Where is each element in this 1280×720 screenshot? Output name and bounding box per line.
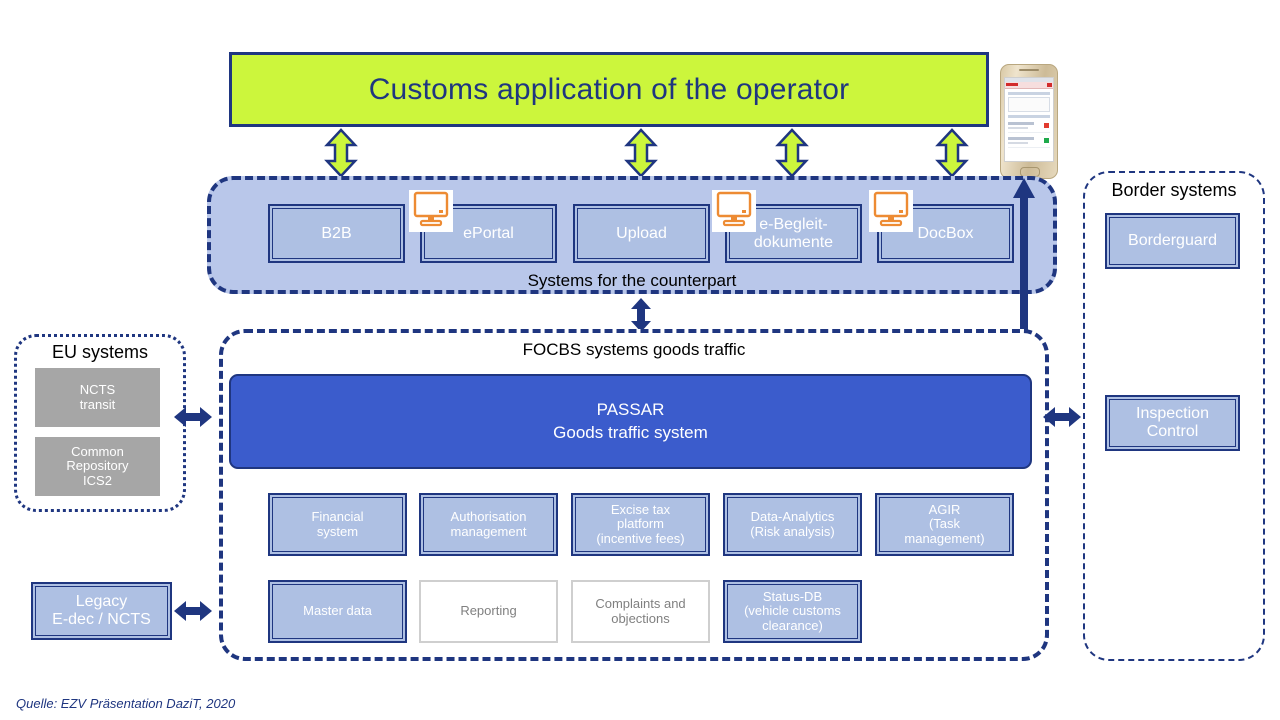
green-double-arrow bbox=[772, 128, 812, 178]
focbs-box-label: Authorisation management bbox=[450, 508, 527, 539]
border-box-inspection-control[interactable]: Inspection Control bbox=[1105, 395, 1240, 451]
legacy-box-label: Legacy E-dec / NCTS bbox=[52, 593, 151, 628]
focbs-box-reporting[interactable]: Reporting bbox=[419, 580, 558, 643]
diagram-canvas: Customs application of the operator Syst… bbox=[0, 0, 1280, 720]
focbs-box-complaints-and-objections[interactable]: Complaints and objections bbox=[571, 580, 710, 643]
focbs-box-label: Master data bbox=[303, 603, 372, 619]
status-dot-red bbox=[1044, 123, 1049, 128]
passar-system-box[interactable]: PASSAR Goods traffic system bbox=[229, 374, 1032, 469]
counterpart-box-label: ePortal bbox=[463, 224, 514, 242]
legacy-system-box[interactable]: Legacy E-dec / NCTS bbox=[31, 582, 172, 640]
passar-subtitle: Goods traffic system bbox=[553, 422, 708, 442]
counterpart-box-b2b[interactable]: B2B bbox=[268, 204, 405, 263]
counterpart-box-label: Upload bbox=[616, 224, 667, 242]
focbs-box-agir[interactable]: AGIR (Task management) bbox=[875, 493, 1014, 556]
navy-double-arrow-horizontal bbox=[174, 404, 212, 430]
border-box-label: Inspection Control bbox=[1136, 405, 1209, 440]
focbs-box-financial-system[interactable]: Financial system bbox=[268, 493, 407, 556]
focbs-box-excise-tax-platform[interactable]: Excise tax platform (incentive fees) bbox=[571, 493, 710, 556]
border-box-borderguard[interactable]: Borderguard bbox=[1105, 213, 1240, 269]
navy-double-arrow-horizontal bbox=[1043, 404, 1081, 430]
eu-box-ncts-transit[interactable]: NCTS transit bbox=[35, 368, 160, 427]
phone-screen bbox=[1004, 77, 1054, 162]
monitor-icon bbox=[409, 190, 453, 232]
focbs-box-label: Excise tax platform (incentive fees) bbox=[596, 501, 685, 546]
phone-form-label bbox=[1008, 92, 1050, 95]
border-box-label: Borderguard bbox=[1128, 232, 1217, 250]
green-double-arrow bbox=[621, 128, 661, 178]
monitor-icon bbox=[712, 190, 756, 232]
focbs-box-label: Reporting bbox=[460, 603, 517, 619]
monitor-icon bbox=[869, 190, 913, 232]
focbs-box-status-db[interactable]: Status-DB (vehicle customs clearance) bbox=[723, 580, 862, 643]
passar-title: PASSAR bbox=[596, 399, 665, 419]
focbs-box-label: Complaints and objections bbox=[595, 595, 686, 626]
navy-double-arrow-vertical bbox=[628, 298, 654, 332]
eu-box-common-repository-ics2[interactable]: Common Repository ICS2 bbox=[35, 437, 160, 496]
green-double-arrow bbox=[932, 128, 972, 178]
focbs-box-data-analytics[interactable]: Data-Analytics (Risk analysis) bbox=[723, 493, 862, 556]
source-caption: Quelle: EZV Präsentation DaziT, 2020 bbox=[16, 696, 236, 711]
banner-title: Customs application of the operator bbox=[368, 72, 850, 106]
phone-appbar bbox=[1005, 82, 1053, 89]
focbs-box-label: AGIR (Task management) bbox=[904, 501, 985, 546]
eu-box-label: NCTS transit bbox=[79, 381, 116, 412]
phone-list-item bbox=[1008, 136, 1050, 148]
counterpart-box-label: DocBox bbox=[917, 224, 974, 242]
focbs-box-label: Data-Analytics (Risk analysis) bbox=[750, 508, 835, 539]
focbs-box-label: Financial system bbox=[311, 508, 364, 539]
counterpart-box-label: e-Begleit- dokumente bbox=[753, 215, 834, 251]
eu-box-label: Common Repository ICS2 bbox=[66, 443, 129, 488]
customs-application-banner: Customs application of the operator bbox=[229, 52, 989, 127]
navy-double-arrow-horizontal bbox=[174, 598, 212, 624]
phone-list-item bbox=[1008, 121, 1050, 133]
phone-form-field bbox=[1008, 97, 1050, 112]
status-dot-green bbox=[1044, 138, 1049, 143]
phone-speaker bbox=[1019, 69, 1039, 71]
counterpart-box-upload[interactable]: Upload bbox=[573, 204, 710, 263]
green-double-arrow bbox=[321, 128, 361, 178]
focbs-box-authorisation-management[interactable]: Authorisation management bbox=[419, 493, 558, 556]
mobile-phone-illustration bbox=[1000, 64, 1058, 179]
phone-section-label bbox=[1008, 115, 1050, 118]
focbs-box-master-data[interactable]: Master data bbox=[268, 580, 407, 643]
focbs-box-label: Status-DB (vehicle customs clearance) bbox=[744, 588, 841, 633]
counterpart-box-label: B2B bbox=[321, 224, 352, 242]
